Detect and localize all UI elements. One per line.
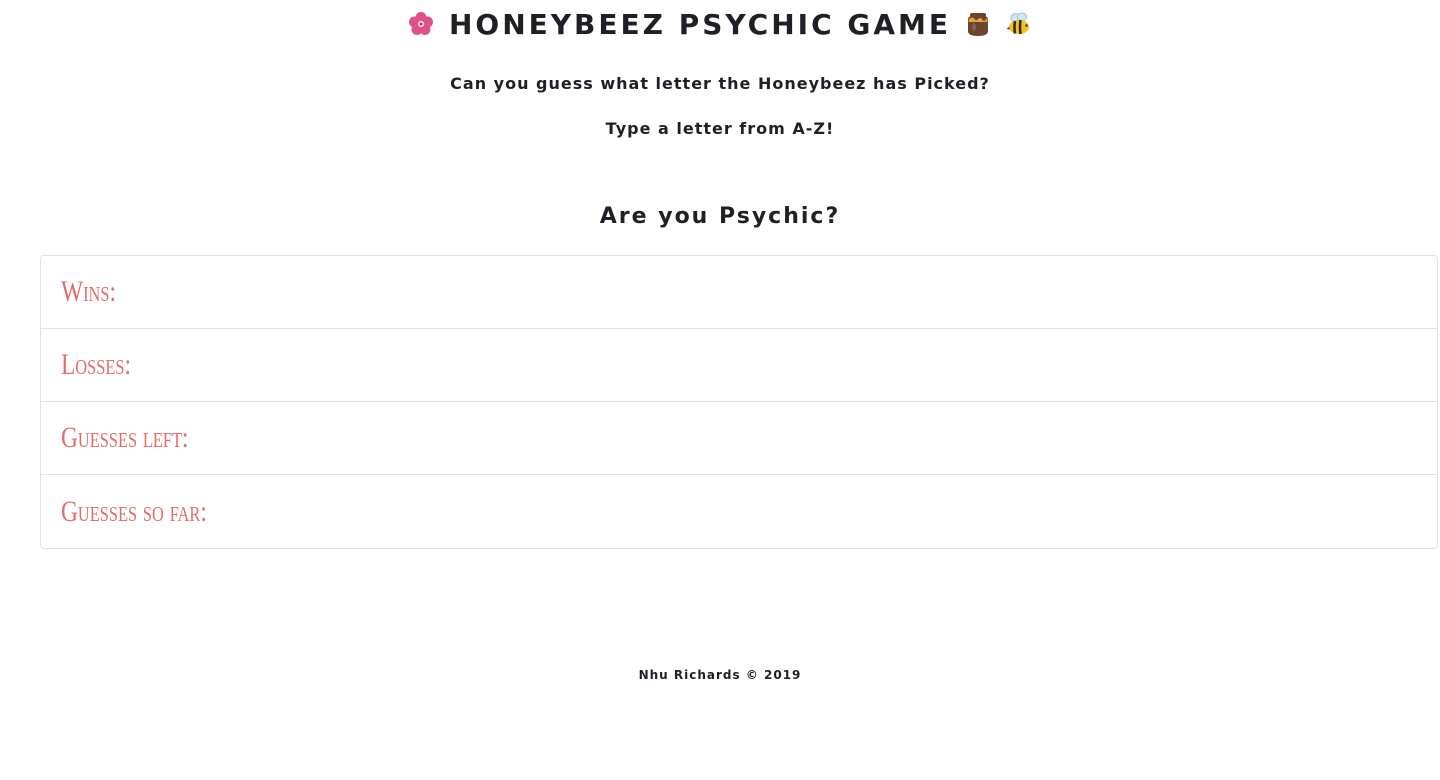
page-title: HONEYBEEZ PSYCHIC GAME — [448, 7, 952, 41]
bee-icon — [1005, 11, 1033, 37]
page-header: HONEYBEEZ PSYCHIC GAME — [0, 0, 1440, 48]
stat-row-losses: Losses: — [41, 329, 1437, 402]
losses-label: Losses: — [61, 348, 131, 381]
stat-row-guesses-left: Guesses left: — [41, 402, 1437, 475]
stat-row-guesses-so-far: Guesses so far: — [41, 475, 1437, 548]
instructions-line-2: Type a letter from A-Z! — [605, 119, 835, 138]
stats-panel: Wins: Losses: Guesses left: Guesses so f… — [40, 255, 1438, 549]
honey-pot-icon — [965, 10, 991, 38]
guesses-left-label: Guesses left: — [61, 421, 189, 454]
stat-row-wins: Wins: — [41, 256, 1437, 329]
flower-icon — [407, 10, 435, 38]
wins-label: Wins: — [61, 275, 116, 308]
instructions-line-1: Can you guess what letter the Honeybeez … — [450, 74, 990, 93]
footer-copyright: Nhu Richards © 2019 — [638, 668, 802, 682]
guesses-so-far-label: Guesses so far: — [61, 494, 207, 528]
question-heading: Are you Psychic? — [599, 204, 841, 229]
